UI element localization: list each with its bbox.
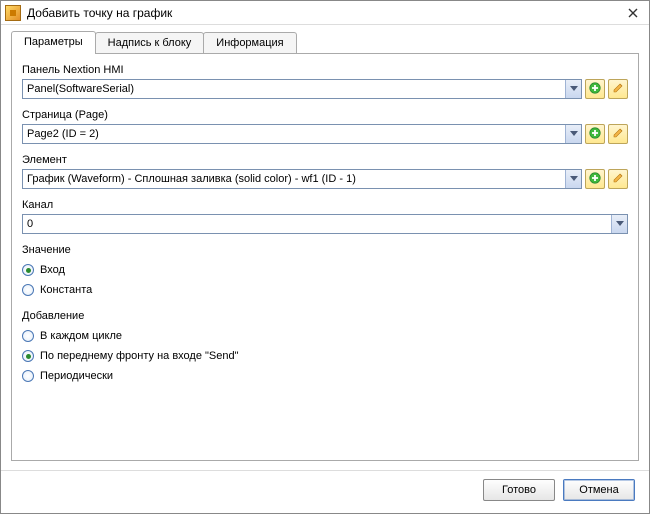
edit-icon bbox=[612, 127, 624, 142]
element-combo[interactable]: График (Waveform) - Сплошная заливка (so… bbox=[22, 169, 582, 189]
page-edit-button[interactable] bbox=[608, 124, 628, 144]
page-combo[interactable]: Page2 (ID = 2) bbox=[22, 124, 582, 144]
ok-button-label: Готово bbox=[502, 484, 536, 496]
element-edit-button[interactable] bbox=[608, 169, 628, 189]
edit-icon bbox=[612, 172, 624, 187]
ok-button[interactable]: Готово bbox=[483, 479, 555, 501]
radio-icon bbox=[22, 350, 34, 362]
tab-bar: Параметры Надпись к блоку Информация bbox=[1, 25, 649, 54]
radio-constant-source[interactable]: Константа bbox=[22, 280, 628, 300]
panel-label: Панель Nextion HMI bbox=[22, 64, 628, 76]
field-element: Элемент График (Waveform) - Сплошная зал… bbox=[22, 154, 628, 189]
tab-label: Информация bbox=[216, 37, 283, 49]
element-combo-value: График (Waveform) - Сплошная заливка (so… bbox=[23, 170, 565, 188]
panel-edit-button[interactable] bbox=[608, 79, 628, 99]
channel-combo-value: 0 bbox=[23, 215, 611, 233]
dialog-footer: Готово Отмена bbox=[1, 470, 649, 513]
radio-label: Вход bbox=[40, 263, 65, 277]
page-combo-value: Page2 (ID = 2) bbox=[23, 125, 565, 143]
close-button[interactable] bbox=[621, 4, 645, 22]
window-title: Добавить точку на график bbox=[27, 6, 621, 20]
cancel-button[interactable]: Отмена bbox=[563, 479, 635, 501]
element-add-button[interactable] bbox=[585, 169, 605, 189]
field-channel: Канал 0 bbox=[22, 199, 628, 234]
page-label: Страница (Page) bbox=[22, 109, 628, 121]
add-icon bbox=[589, 82, 601, 97]
radio-every-cycle[interactable]: В каждом цикле bbox=[22, 326, 628, 346]
chevron-down-icon bbox=[565, 170, 581, 188]
cancel-button-label: Отмена bbox=[579, 484, 618, 496]
add-mode-label: Добавление bbox=[22, 310, 628, 322]
app-icon bbox=[5, 5, 21, 21]
chevron-down-icon bbox=[611, 215, 627, 233]
close-icon bbox=[628, 6, 638, 20]
add-icon bbox=[589, 172, 601, 187]
radio-label: По переднему фронту на входе "Send" bbox=[40, 349, 239, 363]
page-add-button[interactable] bbox=[585, 124, 605, 144]
radio-label: Константа bbox=[40, 283, 92, 297]
channel-combo[interactable]: 0 bbox=[22, 214, 628, 234]
add-icon bbox=[589, 127, 601, 142]
radio-icon bbox=[22, 264, 34, 276]
radio-on-send-edge[interactable]: По переднему фронту на входе "Send" bbox=[22, 346, 628, 366]
radio-icon bbox=[22, 370, 34, 382]
radio-label: В каждом цикле bbox=[40, 329, 122, 343]
panel-combo-value: Panel(SoftwareSerial) bbox=[23, 80, 565, 98]
tab-content: Панель Nextion HMI Panel(SoftwareSerial) bbox=[11, 53, 639, 461]
field-page: Страница (Page) Page2 (ID = 2) bbox=[22, 109, 628, 144]
tab-label: Надпись к блоку bbox=[108, 37, 192, 49]
radio-label: Периодически bbox=[40, 369, 113, 383]
panel-add-button[interactable] bbox=[585, 79, 605, 99]
field-add-mode: Добавление В каждом цикле По переднему ф… bbox=[22, 310, 628, 386]
radio-icon bbox=[22, 284, 34, 296]
radio-input-source[interactable]: Вход bbox=[22, 260, 628, 280]
tab-caption[interactable]: Надпись к блоку bbox=[95, 32, 205, 54]
radio-icon bbox=[22, 330, 34, 342]
chevron-down-icon bbox=[565, 80, 581, 98]
tab-label: Параметры bbox=[24, 36, 83, 48]
edit-icon bbox=[612, 82, 624, 97]
panel-combo[interactable]: Panel(SoftwareSerial) bbox=[22, 79, 582, 99]
chevron-down-icon bbox=[565, 125, 581, 143]
channel-label: Канал bbox=[22, 199, 628, 211]
field-panel: Панель Nextion HMI Panel(SoftwareSerial) bbox=[22, 64, 628, 99]
radio-periodic[interactable]: Периодически bbox=[22, 366, 628, 386]
element-label: Элемент bbox=[22, 154, 628, 166]
tab-info[interactable]: Информация bbox=[203, 32, 296, 54]
field-value-source: Значение Вход Константа bbox=[22, 244, 628, 300]
tab-parameters[interactable]: Параметры bbox=[11, 31, 96, 54]
titlebar: Добавить точку на график bbox=[1, 1, 649, 25]
value-source-label: Значение bbox=[22, 244, 628, 256]
dialog-window: Добавить точку на график Параметры Надпи… bbox=[0, 0, 650, 514]
